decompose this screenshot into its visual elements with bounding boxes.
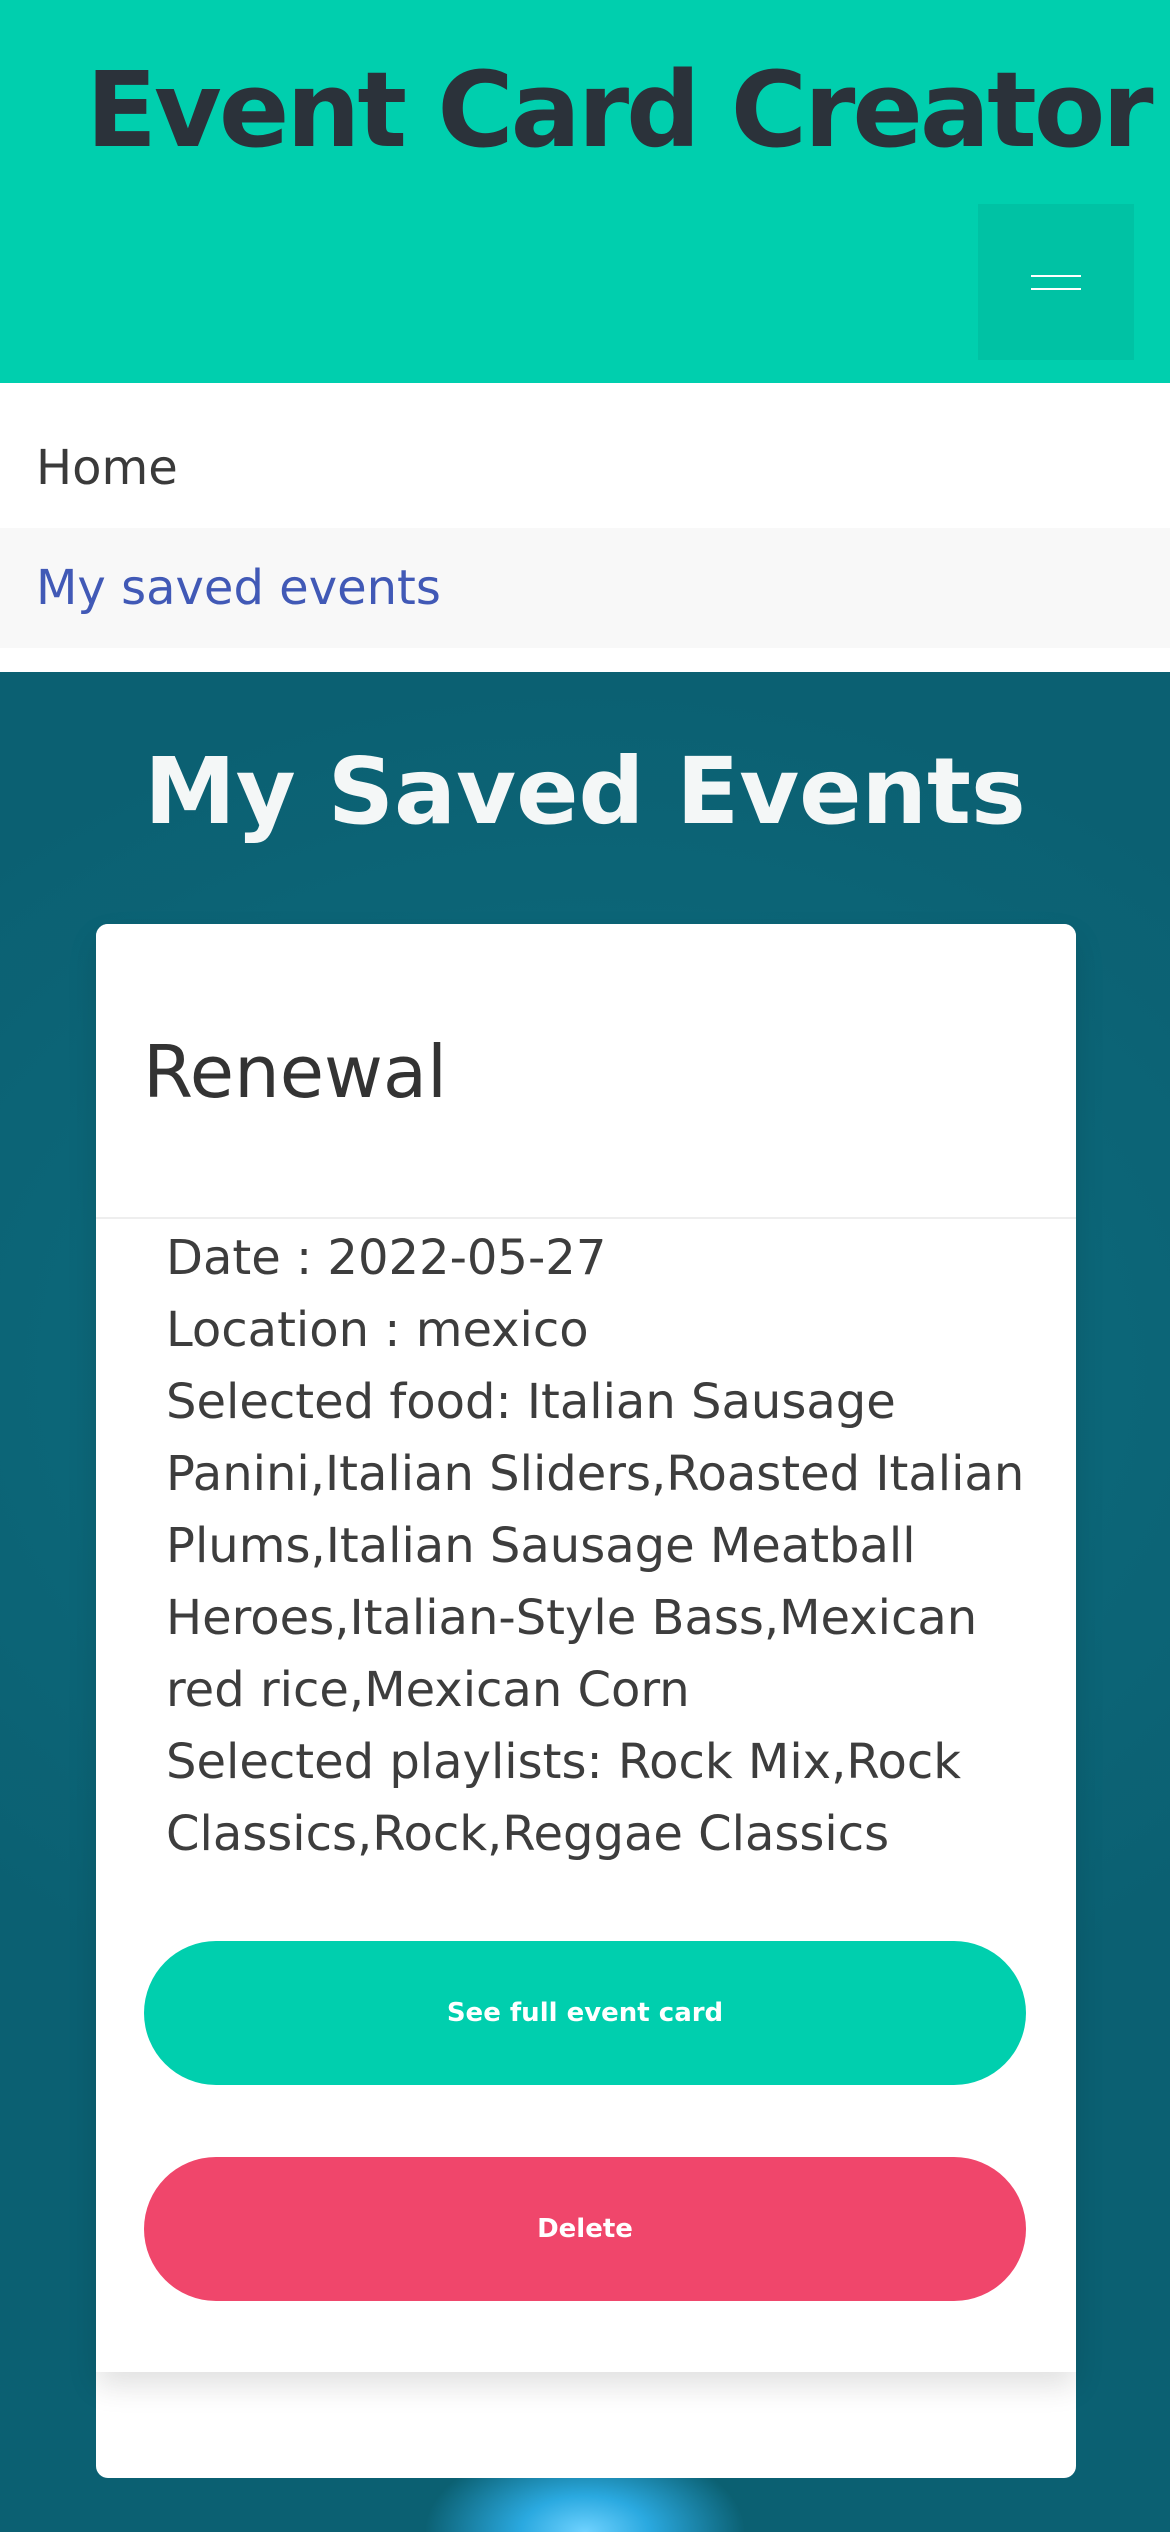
event-details: Date : 2022-05-27 Location : mexico Sele… xyxy=(166,1222,1026,1870)
event-location: Location : mexico xyxy=(166,1302,589,1358)
event-date: Date : 2022-05-27 xyxy=(166,1230,607,1286)
main-nav: Home My saved events xyxy=(0,383,1170,672)
nav-item-saved-events[interactable]: My saved events xyxy=(0,528,1170,648)
event-card: Renewal Date : 2022-05-27 Location : mex… xyxy=(96,924,1076,2478)
delete-event-button[interactable]: Delete xyxy=(144,2157,1026,2301)
page-title: My Saved Events xyxy=(144,738,1026,845)
card-divider xyxy=(96,1217,1076,1219)
event-card-body: Renewal Date : 2022-05-27 Location : mex… xyxy=(96,924,1076,2372)
see-full-event-card-button[interactable]: See full event card xyxy=(144,1941,1026,2085)
nav-item-home[interactable]: Home xyxy=(0,408,1170,528)
menu-toggle-button[interactable] xyxy=(978,204,1134,360)
app-title: Event Card Creator xyxy=(86,49,1154,171)
event-playlists: Selected playlists: Rock Mix,Rock Classi… xyxy=(166,1734,962,1862)
event-food: Selected food: Italian Sausage Panini,It… xyxy=(166,1374,1025,1718)
app-header: Event Card Creator xyxy=(0,0,1170,383)
saved-events-section: My Saved Events Renewal Date : 2022-05-2… xyxy=(0,672,1170,2532)
hamburger-icon xyxy=(1031,270,1081,294)
event-title: Renewal xyxy=(143,1030,448,1114)
